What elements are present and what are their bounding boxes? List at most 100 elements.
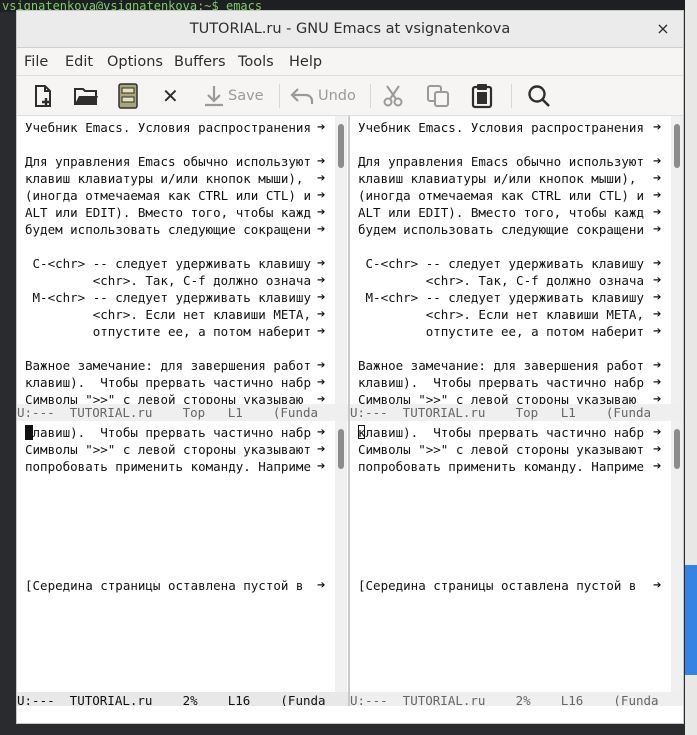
vertical-scrollbar[interactable] [671, 116, 683, 404]
buffer-line[interactable]: <chr>. Так, C-f должно означа [358, 272, 644, 289]
new-file-button[interactable] [31, 80, 55, 112]
buffer-line[interactable] [358, 543, 644, 560]
buffer-line[interactable]: (иногда отмечаемая как CTRL или CTL) и [358, 187, 644, 204]
buffer-line[interactable] [25, 526, 311, 543]
kill-buffer-button[interactable]: ✕ [162, 80, 179, 112]
cut-button[interactable] [381, 80, 405, 112]
buffer-line[interactable]: Важное замечание: для завершения работ [358, 357, 644, 374]
menu-options[interactable]: Options [107, 48, 163, 76]
buffer-line[interactable]: Для управления Emacs обычно используют [25, 153, 311, 170]
buffer-line[interactable] [25, 492, 311, 509]
buffer-text[interactable]: Учебник Emacs. Условия распространения Дл… [25, 119, 311, 404]
buffer-line[interactable]: C-<chr> -- следует удерживать клавишу [358, 255, 644, 272]
menu-tools[interactable]: Tools [238, 48, 274, 76]
buffer-line[interactable]: Символы ">>" с левой стороны указывают [358, 441, 644, 458]
scrollbar-thumb[interactable] [674, 124, 680, 168]
buffer-line[interactable]: будем использовать следующие сокращени [25, 221, 311, 238]
close-window-button[interactable]: × [653, 19, 673, 39]
buffer-line[interactable]: будем использовать следующие сокращени [358, 221, 644, 238]
window-bottom-right[interactable]: клавиш). Чтобы прервать частично набр Сим… [350, 421, 683, 692]
title-bar[interactable]: TUTORIAL.ru - GNU Emacs at vsignatenkova… [17, 11, 683, 48]
buffer-line[interactable]: M-<chr> -- следует удерживать клавишу [25, 289, 311, 306]
undo-button[interactable]: Undo [289, 80, 356, 112]
scrollbar-thumb[interactable] [338, 429, 344, 469]
buffer-text[interactable]: клавиш). Чтобы прервать частично набр Сим… [358, 424, 644, 692]
buffer-line[interactable]: клавиш). Чтобы прервать частично набр [25, 374, 311, 391]
buffer-line[interactable] [358, 611, 644, 628]
buffer-line[interactable]: ALT или EDIT). Вместо того, чтобы кажд [358, 204, 644, 221]
buffer-line[interactable]: клавиш клавиатуры и/или кнопок мыши), [25, 170, 311, 187]
vertical-scrollbar[interactable] [671, 421, 683, 692]
buffer-line[interactable]: <chr>. Если нет клавиши META, [25, 306, 311, 323]
mode-line[interactable]: U:--- TUTORIAL.ru Top L1 (Funda [350, 404, 683, 421]
menu-help[interactable]: Help [289, 48, 322, 76]
menu-edit[interactable]: Edit [65, 48, 93, 76]
buffer-line[interactable]: клавиш). Чтобы прервать частично набр [25, 424, 311, 441]
buffer-line[interactable]: клавиш клавиатуры и/или кнопок мыши), [358, 170, 644, 187]
buffer-line[interactable]: отпустите ее, а потом наберит [358, 323, 644, 340]
buffer-line[interactable]: (иногда отмечаемая как CTRL или CTL) и [25, 187, 311, 204]
buffer-line[interactable]: Важное замечание: для завершения работ [25, 357, 311, 374]
buffer-line[interactable] [358, 509, 644, 526]
buffer-line[interactable] [358, 628, 644, 645]
buffer-line[interactable] [25, 340, 311, 357]
buffer-line[interactable]: C-<chr> -- следует удерживать клавишу [25, 255, 311, 272]
buffer-line[interactable]: отпустите ее, а потом наберит [25, 323, 311, 340]
mode-line[interactable]: U:--- TUTORIAL.ru Top L1 (Funda [17, 404, 348, 421]
buffer-line[interactable] [25, 611, 311, 628]
buffer-line[interactable]: Учебник Emacs. Условия распространения [358, 119, 644, 136]
vertical-scrollbar[interactable] [335, 421, 347, 692]
buffer-line[interactable] [25, 509, 311, 526]
buffer-line[interactable]: попробовать применить команду. Наприме [358, 458, 644, 475]
buffer-line[interactable]: клавиш). Чтобы прервать частично набр [358, 374, 644, 391]
copy-button[interactable] [426, 80, 450, 112]
buffer-line[interactable] [358, 645, 644, 662]
vertical-scrollbar[interactable] [335, 116, 347, 404]
buffer-line[interactable] [25, 662, 311, 679]
menu-file[interactable]: File [24, 48, 48, 76]
buffer-line[interactable] [25, 560, 311, 577]
window-top-right[interactable]: Учебник Emacs. Условия распространения Дл… [350, 116, 683, 404]
menu-buffers[interactable]: Buffers [174, 48, 226, 76]
buffer-line[interactable] [358, 679, 644, 692]
window-top-left[interactable]: Учебник Emacs. Условия распространения Дл… [17, 116, 348, 404]
buffer-line[interactable]: [Середина страницы оставлена пустой в [25, 577, 311, 594]
buffer-line[interactable]: M-<chr> -- следует удерживать клавишу [358, 289, 644, 306]
buffer-line[interactable] [358, 526, 644, 543]
buffer-line[interactable] [358, 475, 644, 492]
scrollbar-thumb[interactable] [338, 124, 344, 168]
buffer-line[interactable]: Символы ">>" с левой стороны указываю [25, 391, 311, 404]
buffer-line[interactable] [25, 594, 311, 611]
buffer-line[interactable]: клавиш). Чтобы прервать частично набр [358, 424, 644, 441]
buffer-line[interactable] [358, 238, 644, 255]
buffer-text[interactable]: клавиш). Чтобы прервать частично набр Сим… [25, 424, 311, 692]
buffer-line[interactable] [358, 560, 644, 577]
window-bottom-left[interactable]: клавиш). Чтобы прервать частично набр Сим… [17, 421, 348, 692]
buffer-line[interactable] [358, 492, 644, 509]
buffer-text[interactable]: Учебник Emacs. Условия распространения Дл… [358, 119, 644, 404]
buffer-line[interactable]: Символы ">>" с левой стороны указываю [358, 391, 644, 404]
buffer-line[interactable] [358, 662, 644, 679]
buffer-line[interactable] [25, 628, 311, 645]
dired-button[interactable] [117, 80, 139, 112]
buffer-line[interactable] [358, 136, 644, 153]
buffer-line[interactable]: Символы ">>" с левой стороны указывают [25, 441, 311, 458]
buffer-line[interactable] [25, 475, 311, 492]
buffer-line[interactable]: Учебник Emacs. Условия распространения [25, 119, 311, 136]
buffer-line[interactable]: Для управления Emacs обычно используют [358, 153, 644, 170]
minibuffer[interactable] [17, 706, 683, 723]
buffer-line[interactable]: <chr>. Так, C-f должно означа [25, 272, 311, 289]
buffer-line[interactable] [25, 645, 311, 662]
open-file-button[interactable] [73, 80, 99, 112]
buffer-line[interactable] [25, 543, 311, 560]
paste-button[interactable] [470, 80, 494, 112]
search-button[interactable] [527, 80, 551, 112]
buffer-line[interactable] [25, 679, 311, 692]
buffer-line[interactable] [358, 594, 644, 611]
window-divider[interactable] [348, 116, 350, 709]
buffer-line[interactable] [25, 238, 311, 255]
buffer-line[interactable] [25, 136, 311, 153]
buffer-line[interactable]: <chr>. Если нет клавиши META, [358, 306, 644, 323]
save-button[interactable]: Save [203, 80, 264, 112]
scrollbar-thumb[interactable] [674, 429, 680, 469]
